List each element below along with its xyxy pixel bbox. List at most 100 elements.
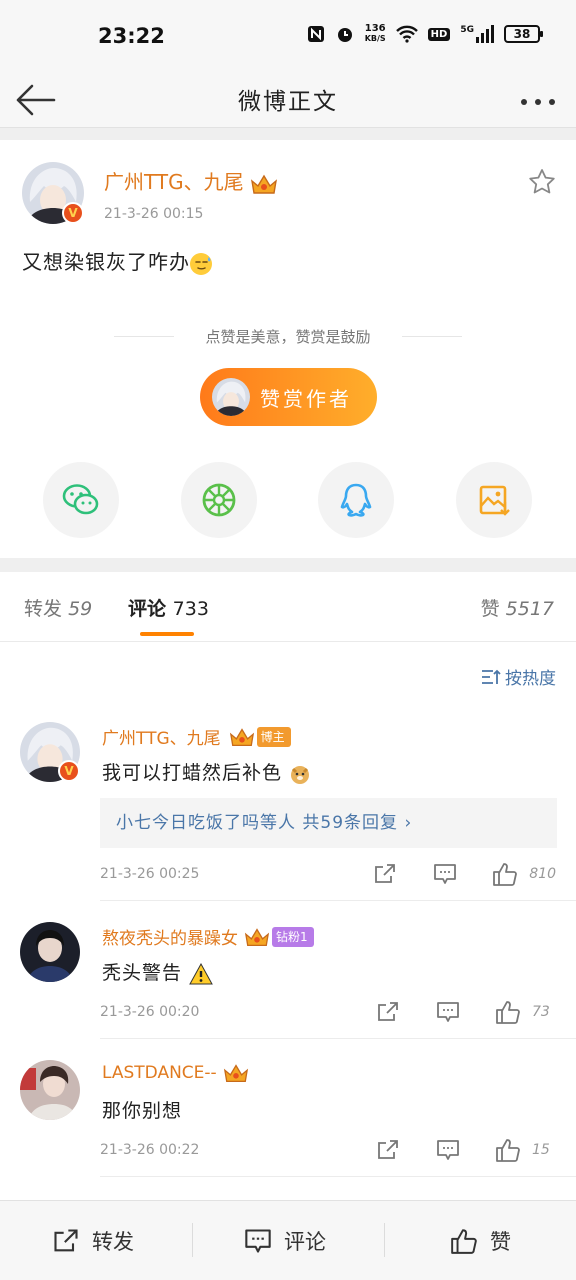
comment-icon [437,1002,459,1022]
repost-button[interactable] [368,996,408,1028]
comment-text: 秃头警告 [102,958,213,985]
fan-level-tag: 钻粉1 [272,926,314,947]
section-gap [0,128,576,140]
share-wechat-button[interactable] [43,462,119,538]
comment-text: 我可以打蜡然后补色 [102,758,311,785]
comment-time: 21-3-26 00:25 [100,866,200,882]
reply-button[interactable] [428,996,468,1028]
battery-indicator: 38 [504,25,543,43]
comment-actions: 810 [365,858,556,890]
nfc-icon [307,26,324,42]
commenter-avatar[interactable] [20,1060,80,1120]
nav-bar: 微博正文 [0,70,576,128]
bottom-action-bar: 转发 评论 赞 [0,1200,576,1280]
bottom-separator [384,1223,385,1257]
comment-time: 21-3-26 00:20 [100,1004,200,1020]
reward-avatar [212,378,250,416]
status-time: 23:22 [98,24,165,48]
reward-author-button[interactable]: 赞赏作者 [200,368,377,426]
post-card: V 广州TTG、九尾 21-3-26 00:15 又想染银灰了咋办 点赞是美意，… [0,140,576,558]
share-icon [375,864,396,883]
comment-actions: 73 [368,996,556,1028]
comment-divider [100,1038,576,1039]
comment-actions: 15 [368,1134,556,1166]
tab-comments[interactable]: 评论 733 [128,594,209,621]
moments-icon [202,483,236,517]
comment-divider [100,900,576,901]
favorite-star-icon[interactable] [528,168,556,196]
commenter-avatar[interactable] [20,922,80,982]
sort-label: 按热度 [505,669,556,689]
commenter-name[interactable]: 广州TTG、九尾 博主 [102,724,291,749]
tab-likes[interactable]: 赞 5517 [481,594,554,621]
like-count: 73 [532,1004,550,1020]
commenter-name[interactable]: 熬夜秃头的暴躁女 钻粉1 [102,924,314,949]
hd-badge: HD [427,27,451,41]
reward-slogan: 点赞是美意，赞赏是鼓励 [0,326,576,347]
tab-reposts[interactable]: 转发 59 [24,594,92,621]
repost-button[interactable] [365,858,405,890]
qq-icon [340,483,372,517]
crown-icon [250,174,277,194]
net-speed: 136 KB/S [364,23,386,44]
wifi-icon [395,25,418,43]
view-replies-link[interactable]: 小七今日吃饭了吗等人 共59条回复 › [100,798,557,848]
comment-tabs: 转发 59 评论 733 赞 5517 [0,572,576,642]
bottom-comment-button[interactable]: 评论 [244,1201,326,1280]
reward-label: 赞赏作者 [260,386,352,411]
more-icon[interactable] [516,80,560,120]
share-moments-button[interactable] [181,462,257,538]
thumbs-up-icon [496,1001,520,1024]
crown-icon [229,727,254,746]
comment-icon [437,1140,459,1160]
active-tab-indicator [140,632,194,636]
like-button[interactable] [485,858,525,890]
wechat-icon [62,484,99,515]
thumbs-up-icon [451,1229,477,1254]
sweat-emoji-icon [190,252,212,275]
share-icon [378,1140,398,1159]
save-image-button[interactable] [456,462,532,538]
signal-icon: 5G [460,25,494,43]
bottom-like-button[interactable]: 赞 [450,1201,511,1280]
bottom-repost-button[interactable]: 转发 [52,1201,134,1280]
comment-icon [434,864,457,884]
bottom-repost-label: 转发 [92,1230,134,1254]
status-bar: 23:22 136 KB/S HD 5G 38 [0,0,576,70]
bottom-separator [192,1223,193,1257]
verified-badge: V [58,760,80,782]
post-time: 21-3-26 00:15 [104,206,204,222]
like-count: 810 [529,866,556,882]
commenter-name[interactable]: LASTDANCE-- [102,1062,249,1084]
doge-emoji-icon [291,765,310,784]
post-text: 又想染银灰了咋办 [22,246,212,275]
like-button[interactable] [488,996,528,1028]
comment-icon [245,1229,271,1253]
thumbs-up-icon [496,1139,520,1162]
reply-button[interactable] [428,1134,468,1166]
repost-button[interactable] [368,1134,408,1166]
share-qq-button[interactable] [318,462,394,538]
crown-icon [223,1064,248,1083]
section-gap [0,558,576,572]
alarm-icon [337,28,352,42]
sort-by-hot-button[interactable]: 按热度 [481,664,556,689]
bottom-like-label: 赞 [490,1230,511,1254]
comment-divider [100,1176,576,1177]
like-count: 15 [532,1142,550,1158]
reply-button[interactable] [425,858,465,890]
post-author-name[interactable]: 广州TTG、九尾 [104,166,278,195]
status-icons: 136 KB/S HD 5G 38 [307,23,543,44]
verified-badge: V [62,202,84,224]
comment-text: 那你别想 [102,1100,183,1122]
page-title: 微博正文 [238,89,338,115]
sort-icon [482,669,501,684]
like-button[interactable] [488,1134,528,1166]
crown-icon [244,927,270,946]
comment-time: 21-3-26 00:22 [100,1142,200,1158]
save-image-icon [479,485,510,516]
bottom-comment-label: 评论 [284,1230,326,1254]
warning-emoji-icon [189,962,213,984]
thumbs-up-icon [493,863,518,886]
share-icon [54,1229,78,1252]
